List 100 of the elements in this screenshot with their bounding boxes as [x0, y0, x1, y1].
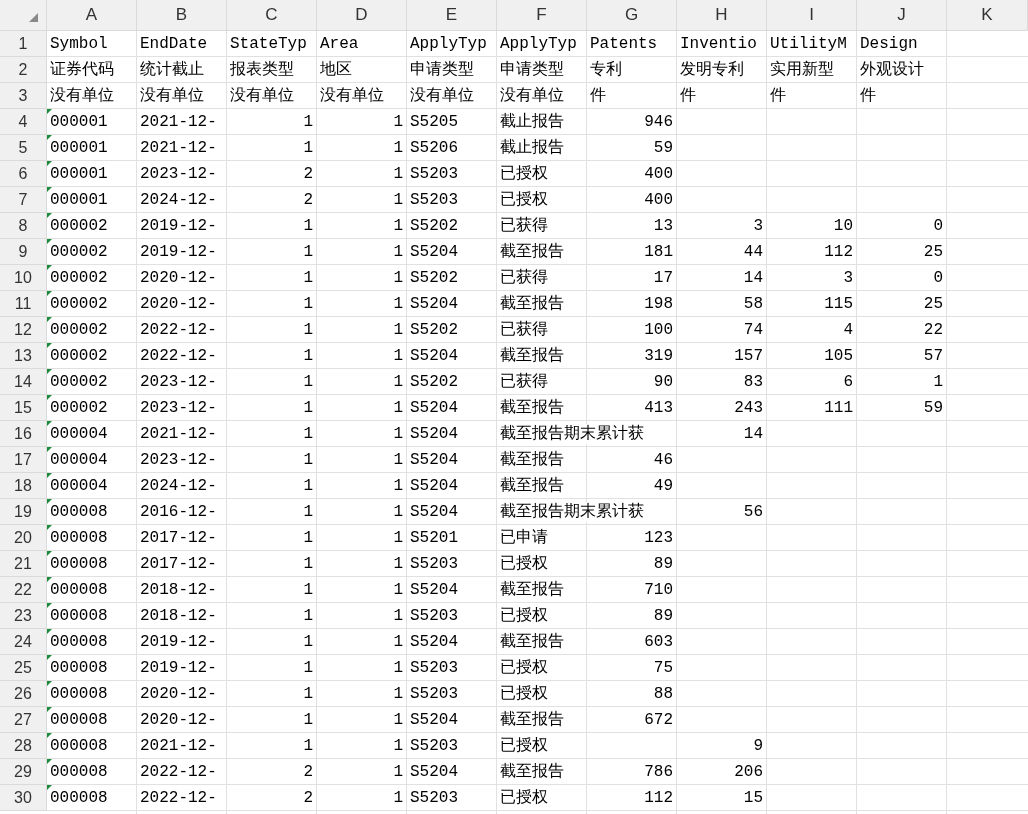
column-header[interactable]: B: [137, 0, 227, 31]
table-cell: 已授权: [500, 553, 548, 574]
error-flag-icon: [47, 785, 52, 790]
row-header[interactable]: 7: [0, 187, 47, 213]
error-flag-icon: [47, 499, 52, 504]
row-header[interactable]: 18: [0, 473, 47, 499]
error-flag-icon: [47, 187, 52, 192]
column-header[interactable]: G: [587, 0, 677, 31]
table-cell: Design: [860, 33, 918, 54]
table-cell: 截至报告: [500, 631, 564, 652]
error-flag-icon: [47, 681, 52, 686]
row-header[interactable]: 23: [0, 603, 47, 629]
row-header[interactable]: 17: [0, 447, 47, 473]
error-flag-icon: [47, 551, 52, 556]
column-header[interactable]: C: [227, 0, 317, 31]
table-cell: 截至报告: [500, 397, 564, 418]
table-cell: 截至报告: [500, 579, 564, 600]
column-header[interactable]: D: [317, 0, 407, 31]
error-flag-icon: [47, 759, 52, 764]
row-header[interactable]: 25: [0, 655, 47, 681]
row-header[interactable]: 10: [0, 265, 47, 291]
table-cell: ApplyTyp: [500, 33, 577, 54]
row-header[interactable]: 3: [0, 83, 47, 109]
table-cell: 专利: [590, 59, 622, 80]
error-flag-icon: [47, 525, 52, 530]
table-cell: 没有单位: [50, 85, 114, 106]
row-header[interactable]: 21: [0, 551, 47, 577]
table-cell: 截至报告期末累计获: [500, 501, 644, 522]
column-header[interactable]: E: [407, 0, 497, 31]
table-cell: 实用新型: [770, 59, 834, 80]
error-flag-icon: [47, 447, 52, 452]
row-header[interactable]: 11: [0, 291, 47, 317]
error-flag-icon: [47, 265, 52, 270]
error-flag-icon: [47, 161, 52, 166]
column-header[interactable]: A: [47, 0, 137, 31]
error-flag-icon: [47, 369, 52, 374]
column-header[interactable]: K: [947, 0, 1028, 31]
error-flag-icon: [47, 655, 52, 660]
table-cell: 证券代码: [50, 59, 114, 80]
table-cell: 没有单位: [410, 85, 474, 106]
row-header[interactable]: 27: [0, 707, 47, 733]
table-cell: 已获得: [500, 371, 548, 392]
error-flag-icon: [47, 473, 52, 478]
row-header[interactable]: 2: [0, 57, 47, 83]
table-cell: 申请类型: [410, 59, 474, 80]
select-all-icon[interactable]: [29, 13, 38, 22]
error-flag-icon: [47, 135, 52, 140]
error-flag-icon: [47, 317, 52, 322]
error-flag-icon: [47, 629, 52, 634]
table-cell: 已授权: [500, 657, 548, 678]
row-header[interactable]: 13: [0, 343, 47, 369]
table-cell: 截至报告: [500, 345, 564, 366]
row-header[interactable]: 24: [0, 629, 47, 655]
row-header[interactable]: 15: [0, 395, 47, 421]
table-cell: 截至报告: [500, 709, 564, 730]
table-cell: 已授权: [500, 735, 548, 756]
row-header[interactable]: 6: [0, 161, 47, 187]
column-header[interactable]: I: [767, 0, 857, 31]
table-cell: ApplyTyp: [410, 33, 487, 54]
table-cell: 没有单位: [500, 85, 564, 106]
table-cell: 截至报告: [500, 293, 564, 314]
table-cell: 截至报告: [500, 761, 564, 782]
table-cell: 发明专利: [680, 59, 744, 80]
row-header[interactable]: 16: [0, 421, 47, 447]
row-header[interactable]: 5: [0, 135, 47, 161]
row-header[interactable]: 19: [0, 499, 47, 525]
table-cell: 报表类型: [230, 59, 294, 80]
row-header[interactable]: 9: [0, 239, 47, 265]
column-header[interactable]: F: [497, 0, 587, 31]
table-cell: 已授权: [500, 605, 548, 626]
table-cell: 截至报告期末累计获: [500, 423, 644, 444]
table-cell: 已获得: [500, 267, 548, 288]
row-header[interactable]: 8: [0, 213, 47, 239]
table-cell: 已获得: [500, 215, 548, 236]
table-cell: 已授权: [500, 683, 548, 704]
table-cell: 截至报告: [500, 241, 564, 262]
table-cell: 已授权: [500, 189, 548, 210]
table-cell: 件: [860, 85, 876, 106]
row-header[interactable]: 26: [0, 681, 47, 707]
row-header[interactable]: 14: [0, 369, 47, 395]
error-flag-icon: [47, 395, 52, 400]
table-cell: 件: [590, 85, 606, 106]
table-cell: 截止报告: [500, 137, 564, 158]
row-header[interactable]: 28: [0, 733, 47, 759]
row-header[interactable]: 1: [0, 31, 47, 57]
row-header[interactable]: 29: [0, 759, 47, 785]
row-header[interactable]: 4: [0, 109, 47, 135]
table-cell: 没有单位: [230, 85, 294, 106]
row-header[interactable]: 20: [0, 525, 47, 551]
column-header[interactable]: J: [857, 0, 947, 31]
table-cell: 件: [680, 85, 696, 106]
error-flag-icon: [47, 239, 52, 244]
row-header[interactable]: 30: [0, 785, 47, 811]
table-cell: 已授权: [500, 787, 548, 808]
column-header[interactable]: H: [677, 0, 767, 31]
row-header[interactable]: 22: [0, 577, 47, 603]
table-cell: 已获得: [500, 319, 548, 340]
error-flag-icon: [47, 291, 52, 296]
table-cell: 截至报告: [500, 449, 564, 470]
row-header[interactable]: 12: [0, 317, 47, 343]
